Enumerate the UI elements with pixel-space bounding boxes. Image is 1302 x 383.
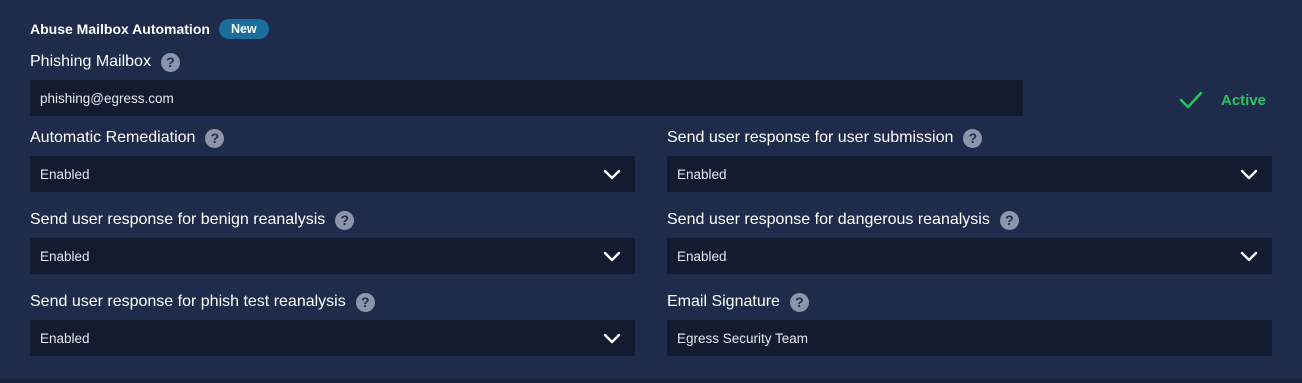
- user-submission-field: Send user response for user submission ?…: [667, 126, 1272, 192]
- user-submission-value: Enabled: [677, 166, 727, 182]
- phish-test-reanalysis-select[interactable]: Enabled: [30, 320, 635, 356]
- dangerous-reanalysis-select[interactable]: Enabled: [667, 238, 1272, 274]
- help-icon[interactable]: ?: [160, 52, 180, 72]
- section-title: Abuse Mailbox Automation: [30, 21, 210, 37]
- chevron-down-icon: [603, 169, 621, 180]
- phish-test-reanalysis-value: Enabled: [40, 330, 90, 346]
- chevron-down-icon: [603, 333, 621, 344]
- status-label: Active: [1221, 91, 1267, 109]
- section-header: Abuse Mailbox Automation New: [30, 18, 269, 40]
- user-submission-select[interactable]: Enabled: [667, 156, 1272, 192]
- dangerous-reanalysis-label: Send user response for dangerous reanaly…: [667, 211, 990, 228]
- user-submission-label: Send user response for user submission: [667, 129, 954, 146]
- phishing-mailbox-label: Phishing Mailbox: [30, 53, 151, 70]
- automatic-remediation-value: Enabled: [40, 166, 90, 182]
- phishing-mailbox-input[interactable]: phishing@egress.com: [30, 80, 1023, 116]
- help-icon[interactable]: ?: [355, 292, 375, 312]
- status-indicator: Active: [1179, 87, 1266, 113]
- email-signature-input[interactable]: Egress Security Team: [667, 320, 1272, 356]
- phish-test-reanalysis-label: Send user response for phish test reanal…: [30, 293, 346, 310]
- dangerous-reanalysis-field: Send user response for dangerous reanaly…: [667, 208, 1272, 274]
- new-badge: New: [218, 19, 269, 39]
- phish-test-reanalysis-field: Send user response for phish test reanal…: [30, 290, 635, 356]
- chevron-down-icon: [1240, 169, 1258, 180]
- phishing-mailbox-field: Phishing Mailbox ? phishing@egress.com: [30, 50, 1023, 116]
- check-icon: [1179, 91, 1203, 109]
- help-icon[interactable]: ?: [963, 128, 983, 148]
- email-signature-value: Egress Security Team: [677, 330, 809, 346]
- automatic-remediation-label: Automatic Remediation: [30, 129, 196, 146]
- benign-reanalysis-label: Send user response for benign reanalysis: [30, 211, 326, 228]
- email-signature-label: Email Signature: [667, 293, 780, 310]
- benign-reanalysis-value: Enabled: [40, 248, 90, 264]
- automatic-remediation-select[interactable]: Enabled: [30, 156, 635, 192]
- help-icon[interactable]: ?: [335, 210, 355, 230]
- email-signature-field: Email Signature ? Egress Security Team: [667, 290, 1272, 356]
- bottom-divider: [0, 379, 1302, 383]
- phishing-mailbox-value: phishing@egress.com: [40, 90, 174, 106]
- benign-reanalysis-select[interactable]: Enabled: [30, 238, 635, 274]
- help-icon[interactable]: ?: [999, 210, 1019, 230]
- help-icon[interactable]: ?: [205, 128, 225, 148]
- dangerous-reanalysis-value: Enabled: [677, 248, 727, 264]
- benign-reanalysis-field: Send user response for benign reanalysis…: [30, 208, 635, 274]
- chevron-down-icon: [1240, 251, 1258, 262]
- chevron-down-icon: [603, 251, 621, 262]
- help-icon[interactable]: ?: [789, 292, 809, 312]
- automatic-remediation-field: Automatic Remediation ? Enabled: [30, 126, 635, 192]
